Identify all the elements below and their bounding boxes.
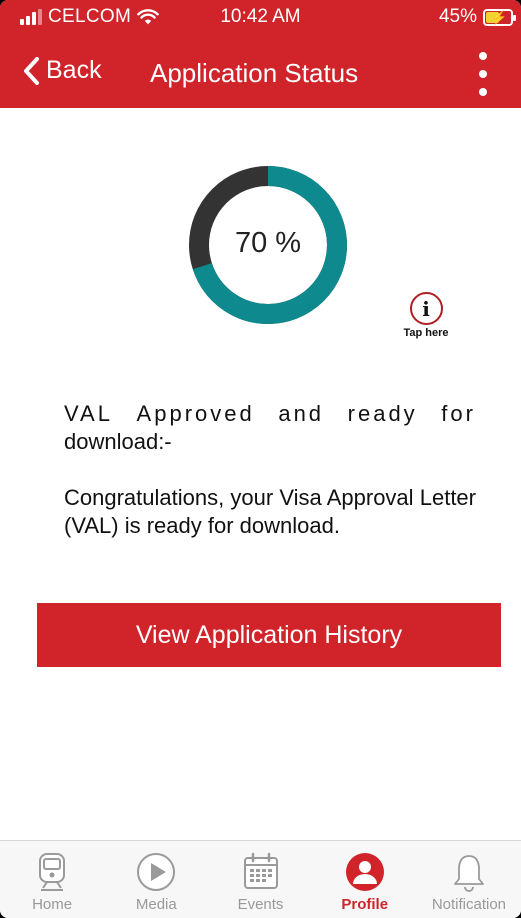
heading-word: Approved	[136, 401, 255, 426]
tab-notification[interactable]: Notification	[417, 841, 521, 918]
info-icon: i	[409, 292, 443, 325]
info-button[interactable]: i Tap here	[394, 292, 458, 339]
status-right: 45% ⚡	[438, 6, 516, 28]
status-heading-line2: download:-	[64, 429, 172, 454]
tab-media[interactable]: Media	[104, 841, 208, 918]
tab-label-events: Events	[237, 896, 284, 913]
back-label: Back	[46, 56, 102, 84]
heading-word: for	[441, 401, 476, 426]
tab-label-notification: Notification	[431, 896, 507, 913]
status-message: Congratulations, your Visa Approval Lett…	[64, 485, 476, 538]
info-label: Tap here	[403, 327, 449, 339]
progress-percent: 70 %	[234, 227, 302, 259]
back-button[interactable]: Back	[22, 56, 102, 85]
app-screen: CELCOM 10:42 AM 45% ⚡ Back Application S…	[0, 0, 521, 918]
tab-label-home: Home	[32, 896, 73, 913]
view-application-history-button[interactable]: View Application History	[37, 603, 501, 667]
heading-word: ready	[347, 401, 418, 426]
battery-icon: ⚡	[483, 8, 516, 26]
tab-home[interactable]: Home	[0, 841, 104, 918]
more-dot	[479, 70, 487, 78]
heading-word: VAL	[64, 401, 113, 426]
more-dot	[479, 88, 487, 96]
heading-word: and	[278, 401, 325, 426]
progress-ring: 70 %	[188, 165, 348, 325]
header: CELCOM 10:42 AM 45% ⚡ Back Application S…	[0, 0, 521, 108]
battery-percent: 45%	[438, 6, 477, 27]
status-heading: VAL Approved and ready for download:-	[64, 400, 476, 456]
tab-label-profile: Profile	[341, 896, 389, 913]
status-bar: CELCOM 10:42 AM 45% ⚡	[0, 0, 521, 40]
bell-icon	[454, 855, 484, 892]
tab-label-media: Media	[135, 896, 177, 913]
calendar-icon	[243, 852, 278, 889]
profile-icon	[345, 853, 384, 891]
tab-profile[interactable]: Profile	[313, 841, 417, 918]
more-dot	[479, 52, 487, 60]
more-options-button[interactable]	[475, 52, 491, 96]
status-heading-line1: VAL Approved and ready for	[64, 400, 476, 428]
tab-bar: Home Media Events Profile Notification	[0, 840, 521, 918]
chevron-left-icon	[24, 56, 39, 85]
page-title: Application Status	[150, 58, 359, 88]
nav-bar: Back Application Status	[0, 44, 521, 104]
tab-events[interactable]: Events	[208, 841, 312, 918]
train-icon	[39, 853, 66, 891]
play-icon	[137, 853, 176, 891]
